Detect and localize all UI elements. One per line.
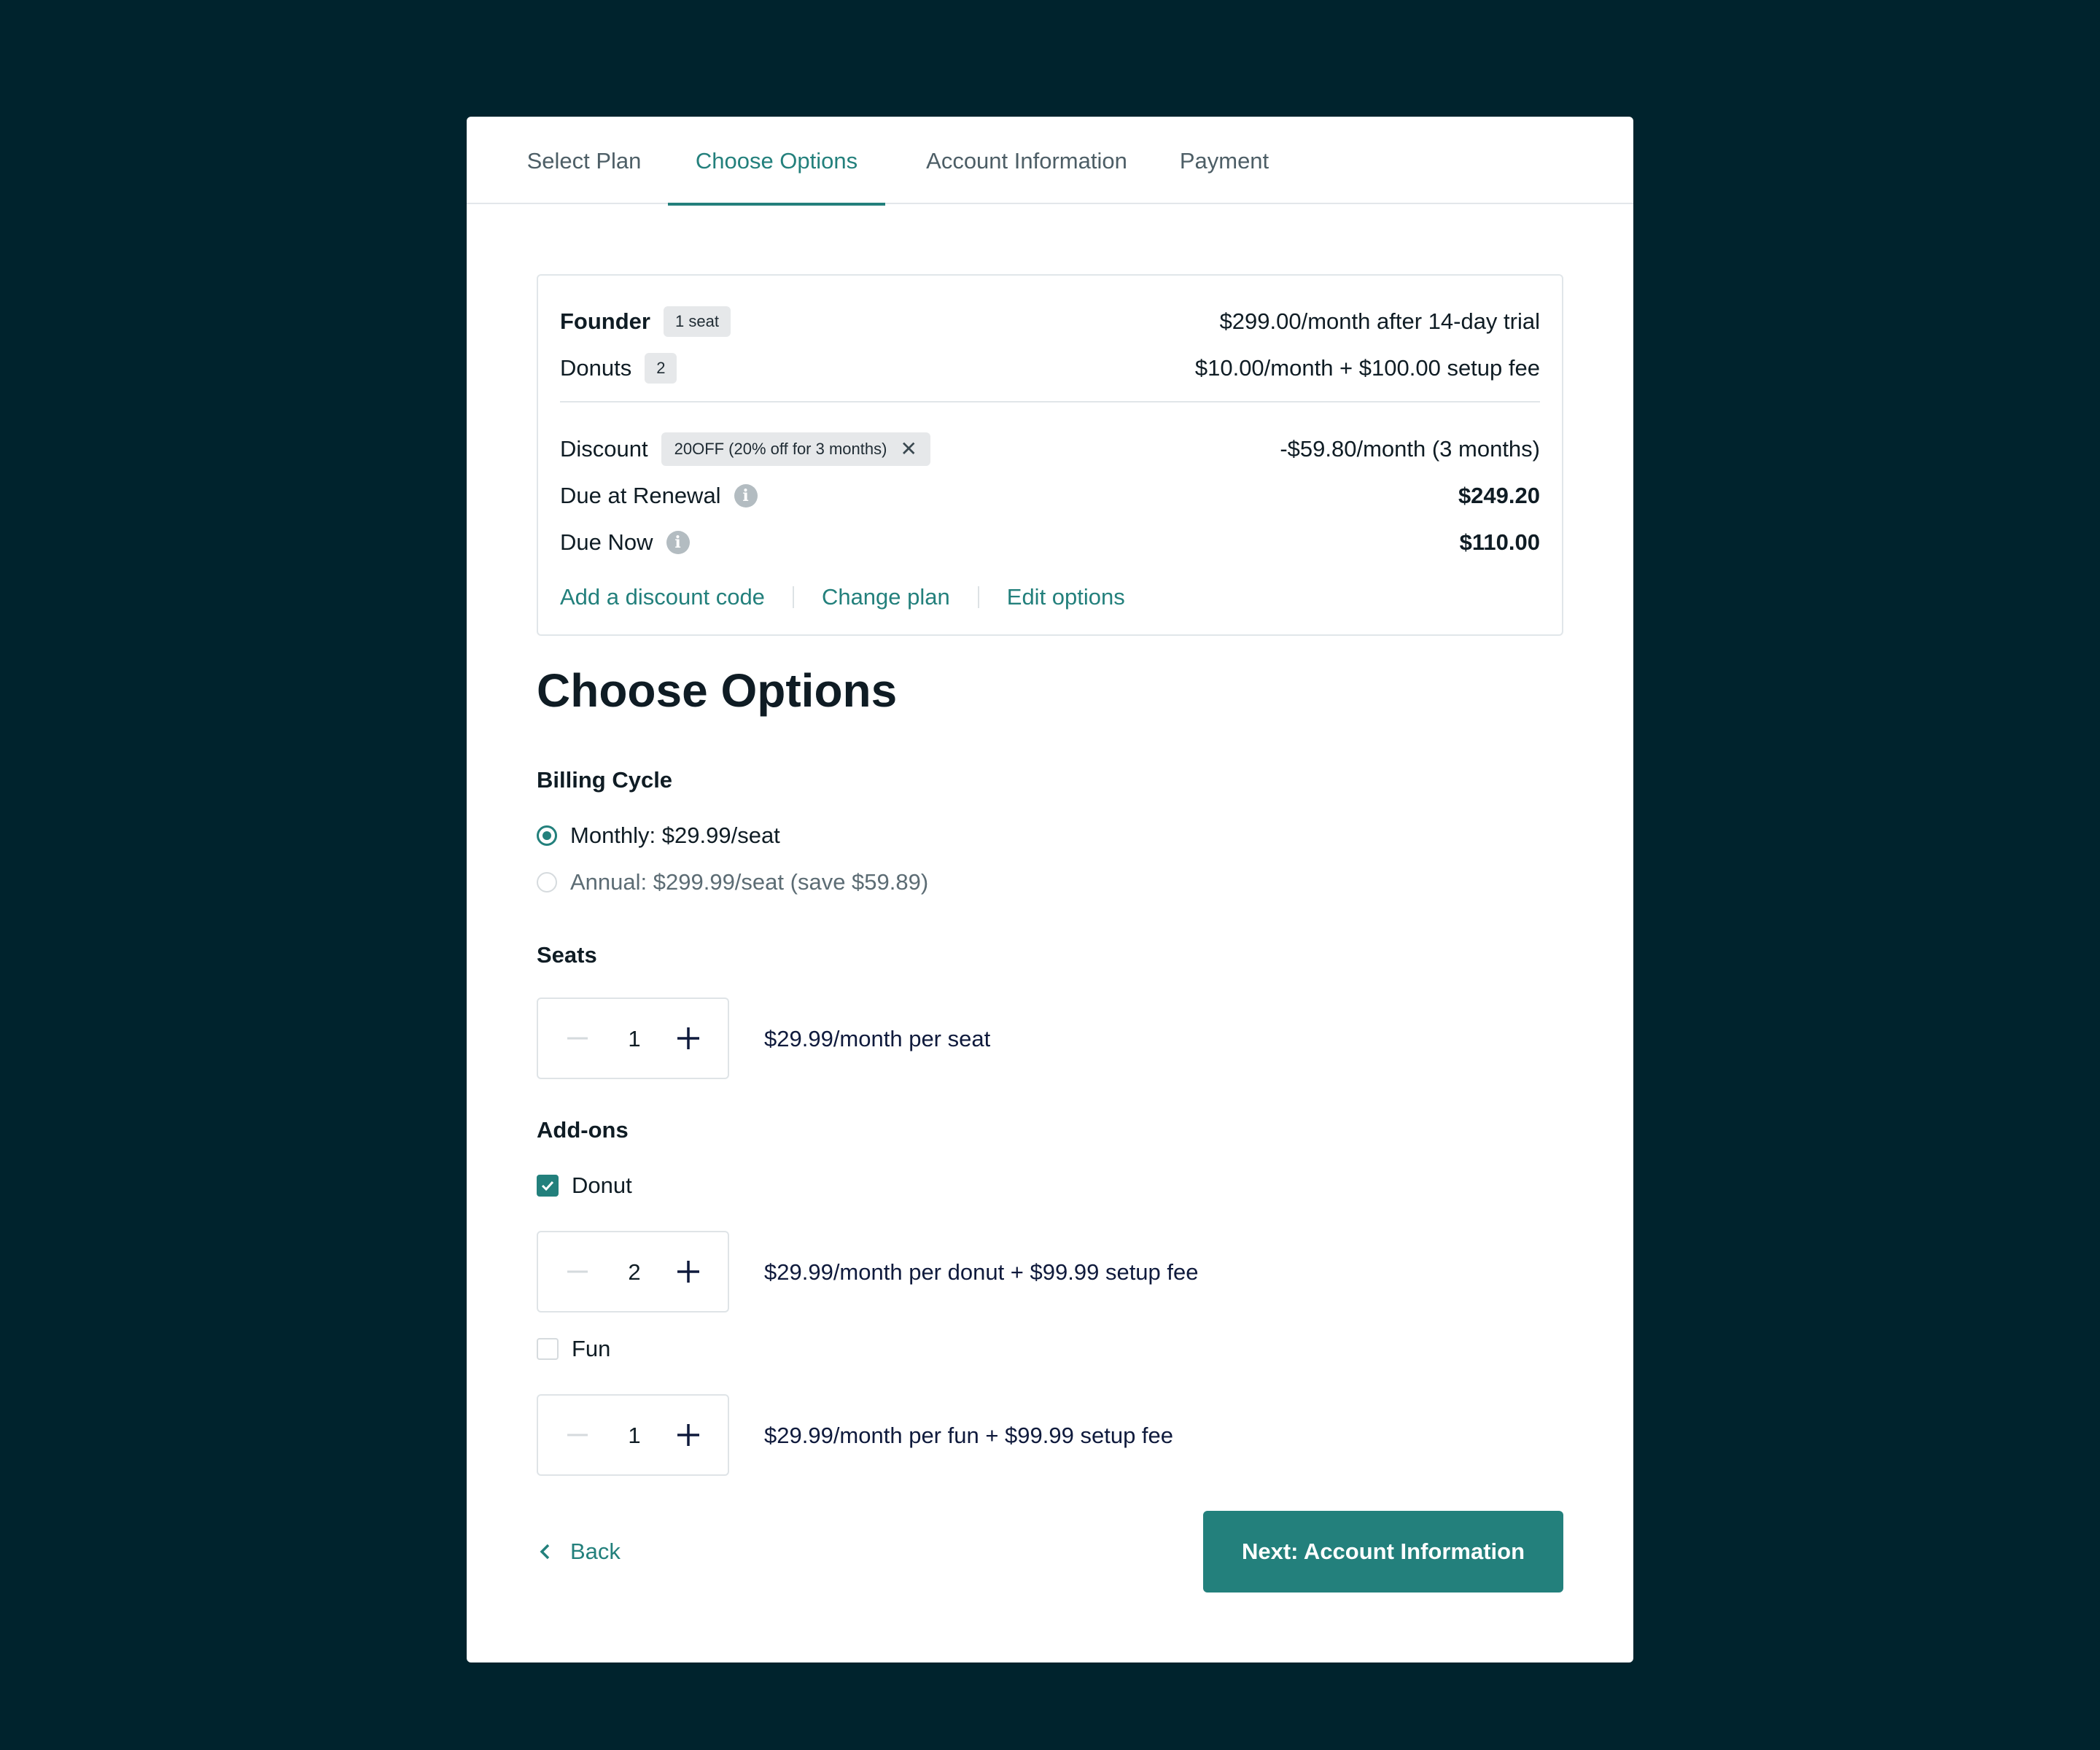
step-tabs: Select Plan Choose Options Account Infor… (467, 117, 1633, 206)
back-button[interactable]: Back (537, 1511, 621, 1592)
radio-monthly[interactable] (537, 825, 557, 846)
add-discount-link[interactable]: Add a discount code (560, 584, 765, 610)
seats-decrement-button[interactable] (548, 999, 607, 1078)
plan-name: Founder (560, 308, 650, 334)
tab-choose-options[interactable]: Choose Options (668, 117, 885, 206)
billing-annual-option[interactable]: Annual: $299.99/seat (save $59.89) (537, 869, 928, 895)
addon-donut-option[interactable]: Donut (537, 1172, 632, 1199)
fun-label: Fun (572, 1336, 611, 1361)
fun-value[interactable]: 1 (605, 1396, 664, 1474)
summary-addon-row: Donuts 2 $10.00/month + $100.00 setup fe… (560, 350, 1540, 386)
seats-stepper: 1 (537, 998, 729, 1079)
fun-checkbox[interactable] (537, 1338, 559, 1360)
due-renewal-amount: $249.20 (1458, 483, 1540, 508)
addon-count-badge: 2 (645, 353, 677, 384)
donut-price-desc: $29.99/month per donut + $99.99 setup fe… (764, 1259, 1199, 1285)
seats-increment-button[interactable] (659, 999, 718, 1078)
donut-stepper: 2 (537, 1231, 729, 1312)
summary-discount-row: Discount 20OFF (20% off for 3 months) ✕ … (560, 431, 1540, 467)
seats-value[interactable]: 1 (605, 999, 664, 1078)
billing-monthly-label: Monthly: $29.99/seat (570, 822, 780, 848)
seat-badge: 1 seat (664, 306, 731, 337)
seats-price-desc: $29.99/month per seat (764, 1026, 991, 1051)
summary-due-now-row: Due Now i $110.00 (560, 524, 1540, 561)
addon-fun-option[interactable]: Fun (537, 1336, 610, 1362)
fun-price-desc: $29.99/month per fun + $99.99 setup fee (764, 1423, 1174, 1448)
billing-annual-label: Annual: $299.99/seat (save $59.89) (570, 869, 929, 895)
minus-icon (567, 1434, 588, 1436)
donut-label: Donut (572, 1172, 632, 1198)
plus-icon (677, 1261, 699, 1283)
next-account-information-button[interactable]: Next: Account Information (1203, 1511, 1563, 1592)
fun-increment-button[interactable] (659, 1396, 718, 1474)
order-summary: Founder 1 seat $299.00/month after 14-da… (537, 274, 1563, 636)
discount-code-badge: 20OFF (20% off for 3 months) ✕ (661, 432, 930, 466)
chevron-left-icon (540, 1544, 550, 1560)
summary-renewal-row: Due at Renewal i $249.20 (560, 478, 1540, 514)
tab-account-information[interactable]: Account Information (903, 117, 1151, 204)
addon-price: $10.00/month + $100.00 setup fee (1194, 355, 1540, 381)
change-plan-link[interactable]: Change plan (822, 584, 950, 610)
billing-monthly-option[interactable]: Monthly: $29.99/seat (537, 822, 780, 849)
summary-divider (560, 401, 1540, 402)
due-renewal-label: Due at Renewal (560, 483, 721, 508)
addons-title: Add-ons (537, 1117, 629, 1143)
due-now-amount: $110.00 (1459, 529, 1540, 555)
back-label: Back (570, 1539, 621, 1564)
tab-payment[interactable]: Payment (1162, 117, 1286, 204)
link-separator (792, 586, 794, 608)
info-icon[interactable]: i (666, 531, 690, 554)
radio-annual[interactable] (537, 872, 557, 892)
check-icon (541, 1181, 554, 1191)
plus-icon (677, 1424, 699, 1446)
due-now-label: Due Now (560, 529, 653, 555)
plus-icon (677, 1027, 699, 1049)
tab-select-plan[interactable]: Select Plan (508, 117, 661, 204)
discount-code: 20OFF (20% off for 3 months) (674, 440, 887, 458)
remove-discount-icon[interactable]: ✕ (900, 439, 917, 459)
edit-options-link[interactable]: Edit options (1007, 584, 1125, 610)
donut-value[interactable]: 2 (605, 1232, 664, 1311)
donut-increment-button[interactable] (659, 1232, 718, 1311)
minus-icon (567, 1270, 588, 1273)
fun-decrement-button[interactable] (548, 1396, 607, 1474)
donut-decrement-button[interactable] (548, 1232, 607, 1311)
addon-name: Donuts (560, 355, 632, 381)
discount-amount: -$59.80/month (3 months) (1280, 436, 1540, 462)
donut-checkbox[interactable] (537, 1175, 559, 1197)
summary-plan-row: Founder 1 seat $299.00/month after 14-da… (560, 303, 1540, 340)
plan-price: $299.00/month after 14-day trial (1219, 308, 1540, 334)
discount-label: Discount (560, 436, 648, 462)
fun-stepper: 1 (537, 1394, 729, 1476)
billing-cycle-title: Billing Cycle (537, 767, 673, 793)
page-title: Choose Options (537, 664, 898, 717)
summary-links: Add a discount code Change plan Edit opt… (560, 579, 1125, 615)
checkout-card: Select Plan Choose Options Account Infor… (467, 117, 1633, 1662)
link-separator (977, 586, 979, 608)
info-icon[interactable]: i (734, 484, 758, 508)
minus-icon (567, 1037, 588, 1040)
seats-title: Seats (537, 942, 597, 968)
